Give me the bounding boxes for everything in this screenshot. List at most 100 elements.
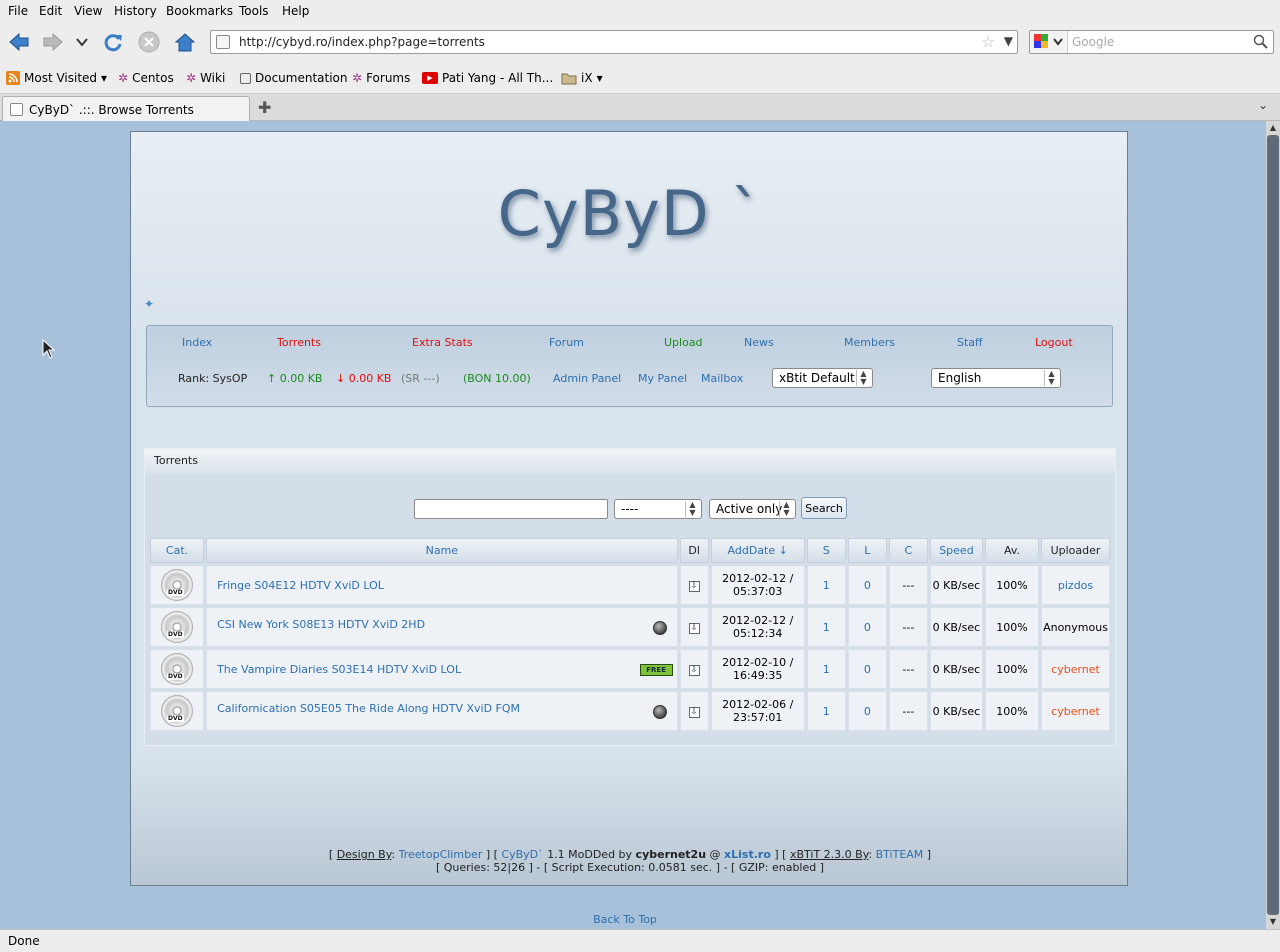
forward-button[interactable] — [40, 30, 66, 54]
search-bar[interactable]: Google — [1029, 30, 1274, 54]
bookmark-most-visited[interactable]: Most Visited ▾ — [6, 71, 107, 85]
new-tab-plus-icon[interactable]: ✚ — [258, 98, 271, 117]
torrent-link[interactable]: Californication S05E05 The Ride Along HD… — [217, 702, 520, 715]
scroll-down-arrow-icon[interactable]: ▼ — [1268, 917, 1278, 927]
nav-upload[interactable]: Upload — [664, 336, 703, 349]
site-identity-icon[interactable] — [216, 35, 230, 49]
nav-forum[interactable]: Forum — [549, 336, 584, 349]
download-icon[interactable]: ⇩ — [688, 707, 700, 718]
torrent-link[interactable]: CSI New York S08E13 HDTV XviD 2HD — [217, 618, 425, 631]
bookmark-documentation[interactable]: Documentation — [240, 71, 348, 85]
tab-list-chevron-icon[interactable]: ⌄ — [1258, 98, 1268, 112]
menu-view[interactable]: View — [74, 4, 102, 18]
torrent-link[interactable]: Fringe S04E12 HDTV XviD LOL — [217, 579, 384, 592]
leechers-cell[interactable]: 0 — [847, 607, 887, 647]
leechers-cell[interactable]: 0 — [847, 691, 887, 731]
leechers-cell[interactable]: 0 — [847, 649, 887, 689]
vertical-scrollbar[interactable]: ▲ ▼ — [1265, 121, 1280, 929]
dvd-category-icon[interactable]: DVD — [161, 569, 194, 601]
nav-logout[interactable]: Logout — [1035, 336, 1073, 349]
tab-browse-torrents[interactable]: CyByD` .::. Browse Torrents — [2, 96, 250, 122]
language-select[interactable]: English ▲ ▼ — [931, 368, 1061, 388]
url-dropdown-icon[interactable]: ▼ — [1004, 34, 1013, 48]
bookmark-folder-ix[interactable]: iX ▾ — [561, 71, 603, 85]
bookmark-pati-yang[interactable]: ▶ Pati Yang - All Th... — [422, 71, 553, 85]
stop-button[interactable] — [136, 30, 162, 54]
search-engine-button[interactable] — [1030, 31, 1068, 53]
download-cell[interactable]: ⇩ — [679, 607, 709, 647]
magnifier-icon[interactable] — [1253, 34, 1269, 50]
bookmark-centos[interactable]: ✲ Centos — [118, 71, 174, 85]
col-completed[interactable]: C — [888, 538, 928, 563]
menu-help[interactable]: Help — [282, 4, 309, 18]
dvd-category-icon[interactable]: DVD — [161, 695, 194, 727]
nav-members[interactable]: Members — [844, 336, 895, 349]
col-speed[interactable]: Speed — [929, 538, 983, 563]
menu-history[interactable]: History — [114, 4, 157, 18]
back-button[interactable] — [6, 30, 32, 54]
col-name[interactable]: Name — [206, 538, 678, 563]
download-cell[interactable]: ⇩ — [679, 649, 709, 689]
bookmark-star-icon[interactable]: ☆ — [982, 33, 995, 51]
history-dropdown-button[interactable] — [72, 30, 92, 54]
dvd-category-icon[interactable]: DVD — [161, 653, 194, 685]
address-bar[interactable]: http://cybyd.ro/index.php?page=torrents … — [210, 30, 1018, 54]
nav-torrents[interactable]: Torrents — [277, 336, 321, 349]
col-leechers[interactable]: L — [847, 538, 887, 563]
nav-index[interactable]: Index — [182, 336, 212, 349]
my-panel-link[interactable]: My Panel — [638, 372, 687, 385]
home-button[interactable] — [172, 30, 198, 54]
seeders-cell[interactable]: 1 — [806, 607, 846, 647]
mailbox-link[interactable]: Mailbox — [701, 372, 743, 385]
uploader-cell[interactable]: cybernet — [1041, 649, 1110, 689]
reload-button[interactable] — [100, 30, 126, 54]
scrollbar-thumb[interactable] — [1267, 135, 1279, 915]
site-logo[interactable]: CyByD ` — [131, 177, 1129, 250]
designer-link[interactable]: TreetopClimber — [399, 848, 483, 861]
col-adddate[interactable]: AddDate ↓ — [710, 538, 805, 563]
menu-file[interactable]: File — [8, 4, 28, 18]
scroll-up-arrow-icon[interactable]: ▲ — [1268, 123, 1278, 133]
uploader-cell[interactable]: pizdos — [1041, 565, 1110, 605]
url-text[interactable]: http://cybyd.ro/index.php?page=torrents — [239, 35, 485, 49]
torrent-search-input[interactable] — [414, 499, 608, 519]
seeders-cell[interactable]: 1 — [806, 565, 846, 605]
nav-extra-stats[interactable]: Extra Stats — [412, 336, 473, 349]
xlist-link[interactable]: xList.ro — [724, 848, 771, 861]
download-cell[interactable]: ⇩ — [679, 691, 709, 731]
bookmark-wiki[interactable]: ✲ Wiki — [186, 71, 225, 85]
leechers-cell[interactable]: 0 — [847, 565, 887, 605]
menu-tools[interactable]: Tools — [239, 4, 269, 18]
cybyd-link[interactable]: CyByD` — [501, 848, 543, 861]
style-select[interactable]: xBtit Default ▲ ▼ — [772, 368, 873, 388]
search-button[interactable]: Search — [801, 497, 847, 519]
reload-icon — [104, 34, 122, 52]
active-filter-select[interactable]: Active only ▲ ▼ — [709, 499, 796, 519]
admin-panel-link[interactable]: Admin Panel — [553, 372, 621, 385]
col-cat[interactable]: Cat. — [150, 538, 205, 563]
category-cell[interactable]: DVD — [150, 691, 205, 731]
category-cell[interactable]: DVD — [150, 649, 205, 689]
dvd-category-icon[interactable]: DVD — [161, 611, 194, 643]
bookmark-forums[interactable]: ✲ Forums — [352, 71, 410, 85]
menu-edit[interactable]: Edit — [39, 4, 62, 18]
download-icon[interactable]: ⇩ — [688, 581, 700, 592]
category-cell[interactable]: DVD — [150, 565, 205, 605]
torrent-link[interactable]: The Vampire Diaries S03E14 HDTV XviD LOL — [217, 663, 461, 676]
seeders-cell[interactable]: 1 — [806, 649, 846, 689]
download-icon[interactable]: ⇩ — [688, 665, 700, 676]
chevron-down-icon: ▾ — [101, 71, 108, 85]
btiteam-link[interactable]: BTiTEAM — [876, 848, 924, 861]
menu-bookmarks[interactable]: Bookmarks — [166, 4, 233, 18]
col-seeders[interactable]: S — [806, 538, 846, 563]
search-placeholder: Google — [1072, 35, 1115, 49]
uploader-cell[interactable]: cybernet — [1041, 691, 1110, 731]
category-cell[interactable]: DVD — [150, 607, 205, 647]
nav-news[interactable]: News — [744, 336, 774, 349]
nav-staff[interactable]: Staff — [957, 336, 983, 349]
seeders-cell[interactable]: 1 — [806, 691, 846, 731]
download-icon[interactable]: ⇩ — [688, 623, 700, 634]
back-to-top-link[interactable]: Back To Top — [0, 913, 1250, 926]
download-cell[interactable]: ⇩ — [679, 565, 709, 605]
category-select[interactable]: ---- ▲ ▼ — [614, 499, 702, 519]
